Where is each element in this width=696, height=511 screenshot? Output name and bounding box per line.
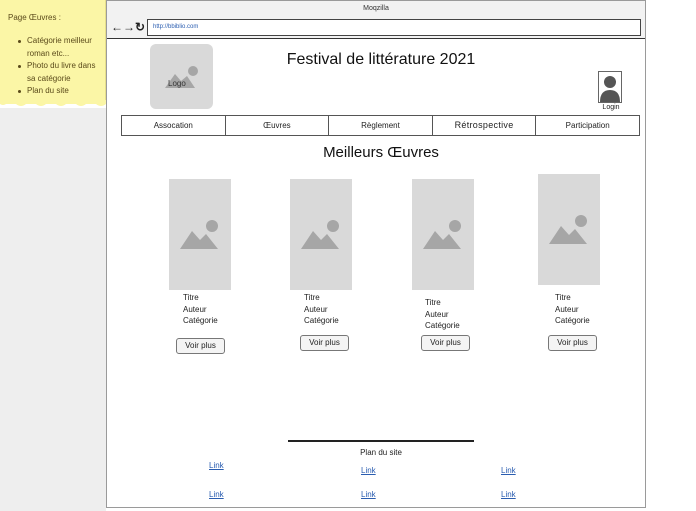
- logo-placeholder: Logo: [150, 44, 213, 109]
- browser-toolbar: ← → ↻ http://bbiblio.com: [107, 17, 645, 39]
- main-nav: Assocation Œuvres Règlement Rétrospectiv…: [121, 115, 640, 136]
- sticky-note-title: Page Œuvres :: [8, 13, 61, 22]
- book-category: Catégorie: [425, 321, 460, 330]
- book-category: Catégorie: [304, 316, 339, 325]
- book-author: Auteur: [555, 304, 579, 314]
- book-title: Titre: [425, 298, 441, 307]
- book-info: Titre Auteur Catégorie: [304, 292, 339, 327]
- book-image: [412, 179, 474, 290]
- book-author: Auteur: [425, 309, 449, 319]
- reload-icon[interactable]: ↻: [135, 20, 145, 34]
- book-image: [290, 179, 352, 290]
- user-avatar-icon[interactable]: [598, 71, 622, 103]
- window-title: Moqzilla: [107, 1, 645, 17]
- book-author: Auteur: [304, 304, 328, 314]
- nav-item-association[interactable]: Assocation: [122, 116, 226, 135]
- footer-link[interactable]: Link: [361, 466, 376, 475]
- page-title: Festival de littérature 2021: [286, 51, 476, 68]
- forward-arrow-icon[interactable]: →: [123, 20, 135, 34]
- book-title: Titre: [304, 293, 320, 302]
- footer-divider: [288, 440, 474, 442]
- image-icon: [423, 220, 461, 249]
- book-image: [169, 179, 231, 290]
- login-link[interactable]: Login: [598, 104, 624, 111]
- nav-item-reglement[interactable]: Règlement: [329, 116, 433, 135]
- canvas-background: [0, 108, 106, 511]
- back-arrow-icon[interactable]: ←: [111, 20, 123, 34]
- logo-label: Logo: [168, 79, 186, 88]
- image-icon: [180, 220, 218, 249]
- footer-link[interactable]: Link: [209, 490, 224, 499]
- section-title: Meilleurs Œuvres: [323, 144, 439, 161]
- book-author: Auteur: [183, 304, 207, 314]
- book-info: Titre Auteur Catégorie: [555, 292, 590, 327]
- sticky-note-item: Catégorie meilleur roman etc...: [18, 35, 102, 60]
- book-info: Titre Auteur Catégorie: [183, 292, 218, 327]
- sticky-note: Page Œuvres : Catégorie meilleur roman e…: [0, 0, 106, 104]
- voir-plus-button[interactable]: Voir plus: [421, 335, 470, 351]
- voir-plus-button[interactable]: Voir plus: [548, 335, 597, 351]
- image-icon: [301, 220, 339, 249]
- book-category: Catégorie: [555, 316, 590, 325]
- sticky-note-list: Catégorie meilleur roman etc... Photo du…: [18, 35, 102, 98]
- sticky-note-item: Plan du site: [18, 85, 102, 98]
- book-image: [538, 174, 600, 285]
- voir-plus-button[interactable]: Voir plus: [176, 338, 225, 354]
- nav-item-participation[interactable]: Participation: [536, 116, 639, 135]
- nav-item-retrospective[interactable]: Rétrospective: [433, 116, 537, 135]
- book-category: Catégorie: [183, 316, 218, 325]
- footer-title: Plan du site: [360, 448, 402, 457]
- footer-link[interactable]: Link: [501, 466, 516, 475]
- nav-item-oeuvres[interactable]: Œuvres: [226, 116, 330, 135]
- book-title: Titre: [555, 293, 571, 302]
- footer-link[interactable]: Link: [501, 490, 516, 499]
- voir-plus-button[interactable]: Voir plus: [300, 335, 349, 351]
- sticky-note-edge: [0, 100, 106, 106]
- book-info: Titre Auteur Catégorie: [425, 297, 460, 332]
- book-title: Titre: [183, 293, 199, 302]
- image-icon: [549, 215, 587, 244]
- url-input[interactable]: http://bbiblio.com: [147, 19, 641, 36]
- browser-window: Moqzilla ← → ↻ http://bbiblio.com Logo F…: [106, 0, 646, 508]
- footer-link[interactable]: Link: [209, 461, 224, 470]
- sticky-note-item: Photo du livre dans sa catégorie: [18, 60, 102, 85]
- footer-link[interactable]: Link: [361, 490, 376, 499]
